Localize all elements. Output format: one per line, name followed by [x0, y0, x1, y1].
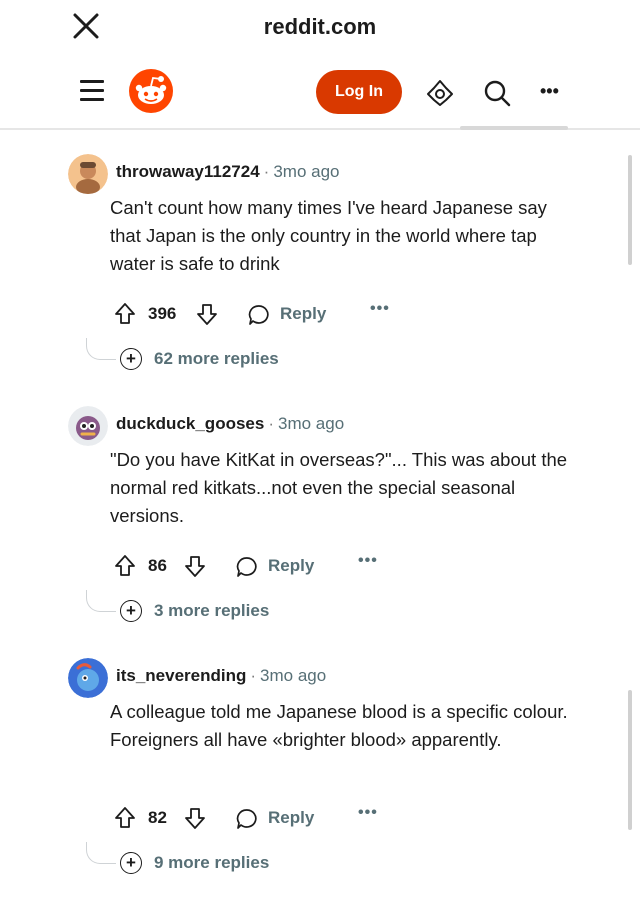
scrollbar[interactable]: [628, 690, 632, 830]
login-button[interactable]: Log In: [316, 70, 402, 114]
comment-meta: duckduck_gooses · 3mo ago: [116, 414, 344, 434]
comment-body: Can't count how many times I've heard Ja…: [110, 197, 547, 274]
browser-bar: reddit.com: [0, 0, 640, 54]
downvote-icon[interactable]: [196, 302, 218, 326]
meta-separator: ·: [268, 414, 274, 433]
reply-button[interactable]: Reply: [236, 804, 326, 834]
comment-more-button[interactable]: •••: [358, 552, 378, 570]
site-header: Log In •••: [0, 54, 640, 130]
more-replies-button[interactable]: + 3 more replies: [120, 598, 300, 624]
vote-score: 396: [148, 304, 177, 323]
meta-separator: ·: [250, 666, 257, 685]
reply-label: Reply: [268, 556, 315, 575]
comment-body: "Do you have KitKat in overseas?"... Thi…: [110, 449, 568, 526]
comment-bubble-icon: [248, 305, 269, 325]
more-replies-button[interactable]: + 62 more replies: [120, 346, 300, 372]
avatar-icon[interactable]: [425, 78, 455, 108]
username[interactable]: duckduck_gooses: [116, 414, 264, 433]
comment-meta: throwaway112724 · 3mo ago: [116, 162, 340, 182]
vote-score: 82: [148, 808, 167, 827]
plus-circle-icon: +: [120, 852, 142, 874]
thread-line: [86, 842, 116, 864]
url-text: reddit.com: [263, 14, 377, 39]
username[interactable]: its_neverending: [116, 666, 246, 685]
user-avatar[interactable]: [68, 658, 108, 698]
meta-separator: ·: [263, 162, 270, 181]
more-replies-label: 3 more replies: [154, 601, 270, 620]
vote-score: 86: [148, 556, 167, 575]
upvote-icon[interactable]: [114, 806, 136, 830]
more-replies-button[interactable]: + 9 more replies: [120, 850, 300, 876]
comment-body: A colleague told me Japanese blood is a …: [110, 701, 568, 750]
thread-line: [86, 338, 116, 360]
more-icon[interactable]: •••: [540, 78, 570, 108]
comment-meta: its_neverending · 3mo ago: [116, 666, 326, 686]
comment-bubble-icon: [236, 557, 257, 577]
timestamp: 3mo ago: [278, 414, 345, 433]
more-replies-label: 9 more replies: [154, 853, 270, 872]
downvote-icon[interactable]: [184, 806, 206, 830]
scrollbar[interactable]: [628, 155, 632, 265]
reply-label: Reply: [280, 304, 327, 323]
user-avatar[interactable]: [68, 406, 108, 446]
timestamp: 3mo ago: [260, 666, 327, 685]
user-avatar[interactable]: [68, 154, 108, 194]
plus-circle-icon: +: [120, 348, 142, 370]
comment-more-button[interactable]: •••: [370, 300, 390, 318]
reply-button[interactable]: Reply: [248, 300, 338, 330]
reply-button[interactable]: Reply: [236, 552, 326, 582]
downvote-icon[interactable]: [184, 554, 206, 578]
reddit-logo-icon[interactable]: [128, 68, 174, 114]
plus-circle-icon: +: [120, 600, 142, 622]
divider: [460, 126, 568, 130]
menu-icon[interactable]: [80, 80, 104, 102]
comment-bubble-icon: [236, 809, 257, 829]
search-icon[interactable]: [482, 78, 512, 108]
upvote-icon[interactable]: [114, 302, 136, 326]
thread-line: [86, 590, 116, 612]
reply-label: Reply: [268, 808, 315, 827]
timestamp: 3mo ago: [273, 162, 340, 181]
more-replies-label: 62 more replies: [154, 349, 279, 368]
upvote-icon[interactable]: [114, 554, 136, 578]
username[interactable]: throwaway112724: [116, 162, 260, 181]
comment-more-button[interactable]: •••: [358, 804, 378, 822]
